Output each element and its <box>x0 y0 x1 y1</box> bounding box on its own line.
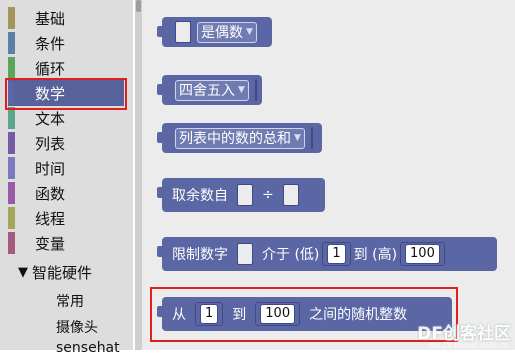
category-color-swatch <box>8 57 15 79</box>
category-label: 变量 <box>35 234 66 253</box>
between-label: 介于 (低) <box>262 247 320 263</box>
dropdown-is-even[interactable]: 是偶数 ▼ <box>197 21 257 43</box>
low-number-field[interactable]: 1 <box>327 244 346 264</box>
category-label: 文本 <box>35 109 66 128</box>
dropdown-list-sum[interactable]: 列表中的数的总和 ▼ <box>175 127 305 149</box>
block-list-sum[interactable]: 列表中的数的总和 ▼ <box>157 123 322 153</box>
category-color-swatch <box>8 32 15 54</box>
block-label: 限制数字 <box>172 247 228 263</box>
block-output-tab <box>157 132 163 143</box>
collapse-triangle-icon[interactable]: ▼ <box>18 265 28 280</box>
dropdown-label: 列表中的数的总和 <box>179 131 291 147</box>
dropdown-arrow-icon: ▼ <box>294 133 301 143</box>
flyout-workspace: 是偶数 ▼ 四舍五入 ▼ 列表中的数的总和 ▼ 取余数自 ÷ 限制数字 介于 (… <box>142 0 515 350</box>
subcategory-sensehat[interactable]: sensehat <box>56 340 120 356</box>
block-output-tab <box>157 246 163 257</box>
low-input-wrapper: 1 <box>322 242 351 266</box>
value-socket[interactable] <box>175 21 191 43</box>
category-color-swatch <box>8 107 15 129</box>
category-label: 线程 <box>35 209 66 228</box>
category-threads[interactable]: 线程 <box>8 206 128 230</box>
category-variables[interactable]: 变量 <box>8 231 128 255</box>
category-color-swatch <box>8 132 15 154</box>
block-output-tab <box>157 187 163 198</box>
block-output-tab <box>157 26 163 37</box>
scrollbar-thumb[interactable] <box>136 0 141 12</box>
category-color-swatch <box>8 232 15 254</box>
category-label: 条件 <box>35 34 66 53</box>
block-round[interactable]: 四舍五入 ▼ <box>157 75 262 105</box>
highlight-box <box>150 287 458 342</box>
block-modulo[interactable]: 取余数自 ÷ <box>157 178 325 212</box>
value-socket[interactable] <box>237 243 253 265</box>
sidebar-scrollbar[interactable] <box>135 0 142 350</box>
dropdown-label: 是偶数 <box>201 25 243 41</box>
value-socket-divisor[interactable] <box>282 184 299 206</box>
category-lists[interactable]: 列表 <box>8 131 128 155</box>
value-socket[interactable] <box>254 79 257 101</box>
category-color-swatch <box>8 182 15 204</box>
subcategory-common[interactable]: 常用 <box>56 291 84 311</box>
block-constrain[interactable]: 限制数字 介于 (低) 1 到 (高) 100 <box>157 237 497 271</box>
category-functions[interactable]: 函数 <box>8 181 128 205</box>
highlight-box <box>5 78 127 110</box>
category-label: 时间 <box>35 159 66 178</box>
category-label: 智能硬件 <box>32 264 93 282</box>
high-input-wrapper: 100 <box>400 242 445 266</box>
category-label: 函数 <box>35 184 66 203</box>
dropdown-arrow-icon: ▼ <box>246 27 253 37</box>
high-number-field[interactable]: 100 <box>405 244 440 264</box>
category-color-swatch <box>8 157 15 179</box>
divide-operator: ÷ <box>262 187 274 203</box>
category-label: 列表 <box>35 134 66 153</box>
category-basic[interactable]: 基础 <box>8 6 128 30</box>
watermark-url: mc.DFRobot.com.cn <box>428 341 509 350</box>
value-socket-dividend[interactable] <box>237 184 253 206</box>
category-label: 基础 <box>35 9 66 28</box>
value-socket[interactable] <box>310 127 313 149</box>
block-label: 取余数自 <box>172 188 228 204</box>
dropdown-round[interactable]: 四舍五入 ▼ <box>175 79 249 101</box>
category-logic[interactable]: 条件 <box>8 31 128 55</box>
dropdown-label: 四舍五入 <box>179 83 235 99</box>
block-is-even[interactable]: 是偶数 ▼ <box>157 17 272 47</box>
category-time[interactable]: 时间 <box>8 156 128 180</box>
subcategory-camera[interactable]: 摄像头 <box>56 317 98 337</box>
dropdown-arrow-icon: ▼ <box>238 85 245 95</box>
to-label: 到 (高) <box>353 247 398 263</box>
category-label: 循环 <box>35 59 66 78</box>
toolbox-sidebar: 基础 条件 循环 数学 文本 列表 时间 函数 线程 变量 ▼ 智能硬件 常用 … <box>0 0 133 356</box>
category-color-swatch <box>8 207 15 229</box>
category-color-swatch <box>8 7 15 29</box>
category-loops[interactable]: 循环 <box>8 56 128 80</box>
category-hardware[interactable]: ▼ 智能硬件 <box>18 262 92 283</box>
block-output-tab <box>157 84 163 95</box>
